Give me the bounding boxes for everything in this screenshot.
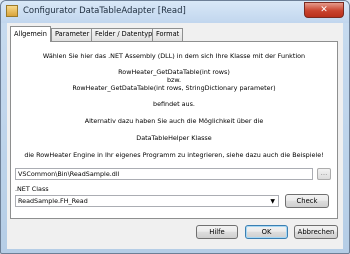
tab-parameter[interactable]: Parameter — [51, 28, 94, 41]
description-line: Wählen Sie hier das .NET Assembly (DLL) … — [42, 52, 306, 60]
chevron-down-icon: ▼ — [270, 198, 275, 205]
assembly-path-input[interactable]: VSCommon\Bin\ReadSample.dll — [15, 168, 313, 180]
description-line: Alternativ dazu haben Sie auch die Mögli… — [84, 117, 264, 125]
window-title: Configurator DataTableAdapter [Read] — [23, 6, 186, 16]
net-class-selected-value: ReadSample.FH_Read — [18, 197, 88, 205]
check-button[interactable]: Check — [285, 194, 329, 208]
or-text: bzw. — [166, 76, 182, 84]
help-button[interactable]: Hilfe — [196, 225, 238, 239]
dialog-client: Allgemein Parameter Felder / Datentypen … — [7, 23, 343, 249]
description-line: die RowHeater Engine in Ihr eigenes Prog… — [24, 151, 324, 159]
net-class-select[interactable]: ReadSample.FH_Read ▼ — [15, 195, 279, 207]
function-signature-2: RowHeater_GetDataTable(int rows, StringD… — [72, 84, 276, 92]
app-icon — [6, 5, 18, 17]
browse-button[interactable]: ... — [317, 168, 331, 180]
ok-button[interactable]: OK — [245, 225, 288, 239]
description-line: befindet aus. — [153, 100, 195, 108]
title-bar[interactable]: Configurator DataTableAdapter [Read] ✕ — [1, 1, 349, 23]
tab-allgemein[interactable]: Allgemein — [10, 26, 51, 42]
function-signature-1: RowHeater_GetDataTable(int rows) — [118, 68, 230, 76]
net-class-label: .NET Class — [15, 185, 49, 193]
helper-class-name: DataTableHelper Klasse — [136, 134, 212, 142]
cancel-button[interactable]: Abbrechen — [294, 225, 338, 239]
tab-panel-allgemein: Wählen Sie hier das .NET Assembly (DLL) … — [10, 41, 338, 219]
close-button[interactable]: ✕ — [304, 2, 344, 18]
configurator-window: Configurator DataTableAdapter [Read] ✕ A… — [0, 0, 350, 254]
tab-format[interactable]: Format — [152, 28, 184, 41]
